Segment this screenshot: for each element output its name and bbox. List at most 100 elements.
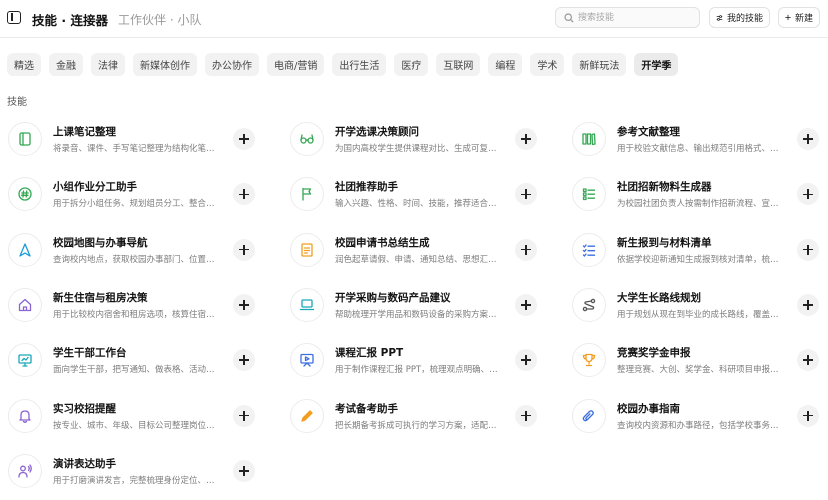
skill-description: 查询校内资源和办事路径，包括学校事务… xyxy=(617,420,779,431)
skill-card[interactable]: 校园申请书总结生成 润色起草请假、申请、通知总结、思想汇… xyxy=(289,231,549,271)
navigation-icon xyxy=(19,242,31,257)
skill-icon-badge xyxy=(8,122,42,156)
skill-card[interactable]: 小组作业分工助手 用于拆分小组任务、规划组员分工、整合… xyxy=(7,175,267,215)
sidebar-toggle-icon[interactable] xyxy=(7,11,21,24)
monitor-icon xyxy=(18,354,32,367)
add-skill-button[interactable] xyxy=(515,183,537,206)
trophy-icon xyxy=(582,354,596,367)
skill-description: 将录音、课件、手写笔记整理为结构化笔… xyxy=(53,144,215,154)
category-tab[interactable]: 学术 xyxy=(530,53,565,76)
skill-description: 按专业、城市、年级、目标公司整理岗位… xyxy=(53,420,215,431)
bell-icon xyxy=(19,409,31,423)
my-skills-button[interactable]: 我的技能 xyxy=(709,7,770,28)
page-subtitle-tab[interactable]: 工作伙伴 · 小队 xyxy=(118,11,201,28)
skill-description: 帮助梳理开学用品和数码设备的采购方案… xyxy=(335,309,497,320)
category-tab[interactable]: 精选 xyxy=(7,53,41,76)
skill-name: 演讲表达助手 xyxy=(53,457,116,470)
notebook-icon xyxy=(19,132,31,146)
skill-icon-badge xyxy=(290,232,324,267)
skill-card[interactable]: 上课笔记整理 将录音、课件、手写笔记整理为结构化笔… xyxy=(7,120,267,160)
skill-card[interactable]: 开学选课决策顾问 为国内高校学生提供课程对比、生成可复… xyxy=(289,120,549,160)
speaker-icon xyxy=(18,464,32,478)
glasses-icon xyxy=(300,134,314,144)
category-tab[interactable]: 法律 xyxy=(91,53,125,76)
add-skill-button[interactable] xyxy=(233,349,255,372)
skill-description: 整理竞赛、大创、奖学金、科研项目申报… xyxy=(617,365,779,376)
skill-card[interactable]: 新生住宿与租房决策 用于比较校内宿舍和租房选项，核算住宿… xyxy=(7,286,267,326)
skill-name: 竞赛奖学金申报 xyxy=(617,347,691,360)
add-skill-button[interactable] xyxy=(797,238,819,261)
skill-card[interactable]: 考试备考助手 把长期备考拆成可执行的学习方案，适配… xyxy=(289,397,549,437)
skill-icon-badge xyxy=(290,398,324,433)
skill-name: 考试备考助手 xyxy=(335,402,398,415)
add-skill-button[interactable] xyxy=(233,293,255,316)
add-skill-button[interactable] xyxy=(797,404,819,427)
skill-card[interactable]: 竞赛奖学金申报整理竞赛、大创、奖学金、科研项目申报… xyxy=(571,341,828,381)
category-tabs: 精选 金融 法律 新媒体创作 办公协作 电商/营销 出行生活 医疗 互联网 编程 学术 新鲜玩法 开学季 xyxy=(7,53,679,76)
skill-name: 实习校招提醒 xyxy=(53,402,116,415)
add-skill-button[interactable] xyxy=(233,238,255,261)
skill-icon-badge xyxy=(572,232,606,267)
skill-icon-badge xyxy=(8,453,42,488)
skill-card[interactable]: 校园地图与办事导航 查询校内地点，获取校园办事部门、位置… xyxy=(7,231,267,271)
skill-description: 依据学校迎新通知生成报到核对清单，梳… xyxy=(617,254,779,265)
skill-icon-badge xyxy=(8,343,42,378)
skill-card[interactable]: 参考文献整理用于校验文献信息、输出规范引用格式、… xyxy=(571,120,828,160)
category-tab[interactable]: 医疗 xyxy=(394,53,429,76)
add-skill-button[interactable] xyxy=(797,183,819,206)
skill-description: 用于校验文献信息、输出规范引用格式、… xyxy=(617,144,779,154)
skill-name: 新生报到与材料清单 xyxy=(617,236,712,249)
category-tab[interactable]: 新鲜玩法 xyxy=(572,53,627,76)
home-icon xyxy=(18,298,32,312)
category-tab[interactable]: 新媒体创作 xyxy=(133,53,197,76)
skill-card[interactable]: 开学采购与数码产品建议 帮助梳理开学用品和数码设备的采购方案… xyxy=(289,286,549,326)
skill-card[interactable]: 社团推荐助手 输入兴趣、性格、时间、技能，推荐适合… xyxy=(289,175,549,215)
category-tab[interactable]: 互联网 xyxy=(436,53,481,76)
skill-name: 参考文献整理 xyxy=(617,126,680,138)
skill-icon-badge xyxy=(290,287,324,322)
category-tab[interactable]: 办公协作 xyxy=(205,53,259,76)
skill-card[interactable]: 社团招新物料生成器 为校园社团负责人按需制作招新流程、宣… xyxy=(571,175,828,215)
skill-icon-badge xyxy=(290,122,324,156)
category-tab[interactable]: 金融 xyxy=(49,53,83,76)
skill-card[interactable]: 学生干部工作台 面向学生干部，把写通知、做表格、活动… xyxy=(7,341,267,381)
add-skill-button[interactable] xyxy=(515,349,537,372)
skill-description: 用于制作课程汇报 PPT，梳理观点明确、… xyxy=(335,365,498,376)
add-skill-button[interactable] xyxy=(797,293,819,316)
skill-card[interactable]: 实习校招提醒按专业、城市、年级、目标公司整理岗位… xyxy=(7,397,267,437)
checklist-icon xyxy=(582,243,596,257)
skill-card[interactable]: 大学生长路线规划用于规划从现在到毕业的成长路线，覆盖… xyxy=(571,286,828,326)
skill-description: 用于规划从现在到毕业的成长路线，覆盖… xyxy=(617,309,779,320)
skill-card[interactable]: 校园办事指南 查询校内资源和办事路径，包括学校事务… xyxy=(571,397,828,437)
add-skill-button[interactable] xyxy=(515,238,537,261)
skill-card[interactable]: 课程汇报 PPT 用于制作课程汇报 PPT，梳理观点明确、… xyxy=(289,341,549,381)
category-tab[interactable]: 开学季 xyxy=(634,53,679,76)
document-icon xyxy=(301,242,313,257)
category-tab[interactable]: 电商/营销 xyxy=(267,53,325,76)
search-box[interactable] xyxy=(555,7,700,28)
add-skill-button[interactable] xyxy=(233,183,255,206)
skill-name: 校园地图与办事导航 xyxy=(53,236,148,249)
new-button[interactable]: 新建 xyxy=(778,7,820,28)
search-input[interactable] xyxy=(578,10,696,25)
category-tab[interactable]: 编程 xyxy=(488,53,523,76)
pencil-icon xyxy=(301,409,313,422)
page-title: 技能 · 连接器 xyxy=(32,13,108,28)
add-skill-button[interactable] xyxy=(797,128,819,150)
skill-icon-badge xyxy=(8,398,42,433)
skill-description: 面向学生干部，把写通知、做表格、活动… xyxy=(53,365,215,376)
my-skills-label: 我的技能 xyxy=(726,14,763,24)
add-skill-button[interactable] xyxy=(515,128,537,150)
skill-name: 大学生长路线规划 xyxy=(617,291,701,304)
add-skill-button[interactable] xyxy=(515,293,537,316)
add-skill-button[interactable] xyxy=(233,459,255,482)
add-skill-button[interactable] xyxy=(233,128,255,150)
add-skill-button[interactable] xyxy=(797,349,819,372)
skill-card[interactable]: 演讲表达助手 用于打磨演讲发言，完整梳理身份定位、… xyxy=(7,452,267,492)
skill-icon-badge xyxy=(572,122,606,156)
hashtag-icon xyxy=(18,187,32,201)
add-skill-button[interactable] xyxy=(515,404,537,427)
skill-card[interactable]: 新生报到与材料清单依据学校迎新通知生成报到核对清单，梳… xyxy=(571,231,828,271)
add-skill-button[interactable] xyxy=(233,404,255,427)
category-tab[interactable]: 出行生活 xyxy=(332,53,387,76)
